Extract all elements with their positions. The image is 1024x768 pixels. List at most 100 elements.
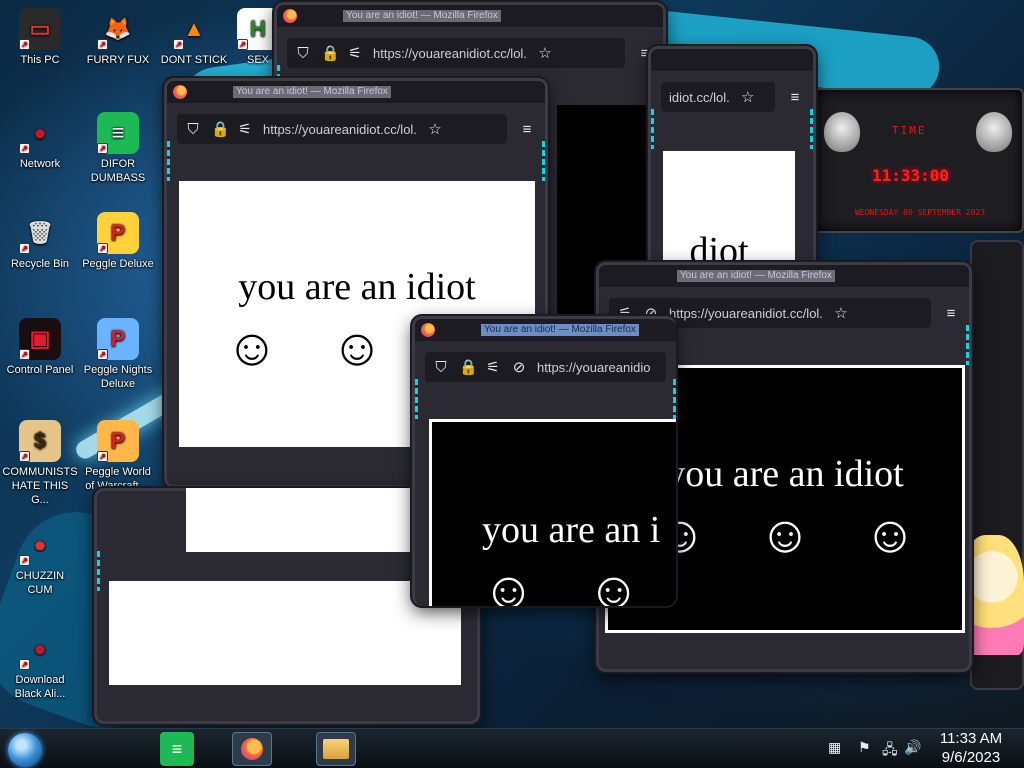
desktop-icon[interactable]: ≡ ↗ DIFOR DUMBASS	[80, 112, 156, 185]
network-icon[interactable]: 🖧	[882, 739, 898, 763]
smiley-row: ☺ ☺	[482, 563, 641, 607]
taskbar-explorer-button[interactable]	[316, 732, 356, 766]
taskbar-clock[interactable]: 11:33 AM 9/6/2023	[936, 729, 1006, 767]
app-icon: ● ↗	[19, 524, 61, 566]
app-icon: ≡ ↗	[97, 112, 139, 154]
widget-date: WEDNESDAY 06 SEPTEMBER 2023	[854, 208, 986, 217]
tray-app-icon[interactable]: ▦	[828, 739, 841, 756]
hamburger-menu-icon[interactable]: ≡	[943, 305, 959, 322]
browser-toolbar: idiot.cc/lol. ☆ ≡	[651, 71, 813, 123]
app-icon: ● ↗	[19, 112, 61, 154]
desktop-icon-label: Recycle Bin	[10, 258, 70, 270]
shield-icon[interactable]: ⛉	[185, 121, 201, 138]
window-title: You are an idiot! — Mozilla Firefox	[481, 324, 639, 336]
app-icon: 🦊 ↗	[97, 8, 139, 50]
taskbar-firefox-button[interactable]	[232, 732, 272, 766]
shortcut-arrow-icon: ↗	[19, 243, 30, 254]
hamburger-menu-icon[interactable]: ≡	[787, 89, 803, 106]
bookmark-star-icon[interactable]: ☆	[740, 88, 756, 106]
app-icon: P ↗	[97, 212, 139, 254]
shortcut-arrow-icon: ↗	[97, 39, 108, 50]
window-titlebar[interactable]: You are an idiot! — Mozilla Firefox	[277, 5, 663, 27]
url-text[interactable]: https://youareanidiot.cc/lol.	[373, 46, 527, 61]
firefox-window-active[interactable]: You are an idiot! — Mozilla Firefox ⛉ 🔒 …	[412, 316, 676, 606]
shield-icon[interactable]: ⛉	[295, 45, 311, 62]
firefox-window[interactable]: idiot.cc/lol. ☆ ≡ diot	[648, 46, 816, 286]
desktop-icon[interactable]: P ↗ Peggle Nights Deluxe	[80, 318, 156, 391]
app-icon: ▭ ↗	[19, 8, 61, 50]
window-title: You are an idiot! — Mozilla Firefox	[233, 86, 391, 98]
desktop-icon[interactable]: $ ↗ COMMUNISTS HATE THIS G...	[2, 420, 78, 507]
clock-time: 11:33 AM	[939, 730, 1003, 747]
shortcut-arrow-icon: ↗	[97, 349, 108, 360]
desktop-icon[interactable]: ▣ ↗ Control Panel	[2, 318, 78, 377]
desktop-icon-label: CHUZZIN CUM	[15, 570, 65, 596]
lock-icon[interactable]: 🔒	[321, 44, 340, 62]
url-text[interactable]: idiot.cc/lol.	[669, 90, 730, 105]
bookmark-star-icon[interactable]: ☆	[427, 120, 443, 138]
tracking-icon[interactable]: ⊘	[511, 358, 527, 376]
start-button[interactable]	[8, 733, 42, 767]
window-titlebar[interactable]	[651, 49, 813, 71]
app-icon: 🗑 ↗	[19, 212, 61, 254]
shortcut-arrow-icon: ↗	[97, 451, 108, 462]
page-heading: you are an idiot	[238, 266, 476, 308]
desktop-icon[interactable]: P ↗ Peggle Deluxe	[80, 212, 156, 271]
url-bar[interactable]: ⛉ 🔒 ⚟ https://youareanidiot.cc/lol. ☆	[177, 114, 507, 144]
smiley-icon: ☺	[758, 507, 812, 564]
browser-toolbar: ⛉ 🔒 ⚟ ⊘ https://youareanidio	[415, 341, 676, 393]
window-titlebar[interactable]: You are an idiot! — Mozilla Firefox	[599, 265, 969, 287]
shortcut-arrow-icon: ↗	[97, 143, 108, 154]
desktop-icon-label: Control Panel	[6, 364, 74, 376]
shortcut-arrow-icon: ↗	[237, 39, 248, 50]
permissions-icon[interactable]: ⚟	[347, 44, 363, 62]
url-text[interactable]: https://youareanidio	[537, 360, 650, 375]
lock-icon[interactable]: 🔒	[459, 358, 478, 376]
app-icon: P ↗	[97, 318, 139, 360]
shield-icon[interactable]: ⛉	[433, 359, 449, 376]
firefox-icon	[421, 323, 435, 337]
desktop-icon[interactable]: ● ↗ CHUZZIN CUM	[2, 524, 78, 597]
hamburger-menu-icon[interactable]: ≡	[519, 121, 535, 138]
desktop-icon-label: Peggle Nights Deluxe	[83, 364, 153, 390]
window-titlebar[interactable]: You are an idiot! — Mozilla Firefox	[167, 81, 545, 103]
app-icon: P ↗	[97, 420, 139, 462]
url-text[interactable]: https://youareanidiot.cc/lol.	[263, 122, 417, 137]
app-icon: $ ↗	[19, 420, 61, 462]
flag-icon[interactable]: ⚑	[858, 739, 871, 756]
shortcut-arrow-icon: ↗	[173, 39, 184, 50]
desktop-icon[interactable]: 🦊 ↗ FURRY FUX	[80, 8, 156, 67]
shortcut-arrow-icon: ↗	[97, 243, 108, 254]
shortcut-arrow-icon: ↗	[19, 349, 30, 360]
desktop-icon-label: This PC	[20, 54, 60, 66]
smiley-icon: ☺	[587, 563, 641, 607]
desktop-icon[interactable]: 🗑 ↗ Recycle Bin	[2, 212, 78, 271]
desktop-icon-label: DIFOR DUMBASS	[90, 158, 146, 184]
url-bar[interactable]: ⛉ 🔒 ⚟ ⊘ https://youareanidio	[425, 352, 666, 382]
url-bar[interactable]: idiot.cc/lol. ☆	[661, 82, 775, 112]
desktop-icon-label: COMMUNISTS HATE THIS G...	[2, 466, 78, 506]
lock-icon[interactable]: 🔒	[211, 120, 230, 138]
desktop-icon[interactable]: ▭ ↗ This PC	[2, 8, 78, 67]
shortcut-arrow-icon: ↗	[19, 555, 30, 566]
desktop-icon[interactable]: ● ↗ Download Black Ali...	[2, 628, 78, 701]
desktop-icon-label: Network	[19, 158, 61, 170]
desktop-icon[interactable]: P ↗ Peggle World of Warcraft ...	[80, 420, 156, 493]
bookmark-star-icon[interactable]: ☆	[537, 44, 553, 62]
window-title: You are an idiot! — Mozilla Firefox	[343, 10, 501, 22]
url-bar[interactable]: ⛉ 🔒 ⚟ https://youareanidiot.cc/lol. ☆	[287, 38, 625, 68]
clock-date: 9/6/2023	[941, 749, 1001, 766]
desktop-icon[interactable]: ● ↗ Network	[2, 112, 78, 171]
smiley-icon: ☺	[863, 507, 917, 564]
url-text[interactable]: https://youareanidiot.cc/lol.	[669, 306, 823, 321]
window-titlebar[interactable]: You are an idiot! — Mozilla Firefox	[415, 319, 676, 341]
permissions-icon[interactable]: ⚟	[485, 358, 501, 376]
browser-toolbar: ⛉ 🔒 ⚟ https://youareanidiot.cc/lol. ☆ ≡	[277, 27, 663, 79]
bookmark-star-icon[interactable]: ☆	[833, 304, 849, 322]
app-icon: H ↗	[237, 8, 279, 50]
volume-icon[interactable]: 🔊	[904, 739, 921, 756]
permissions-icon[interactable]: ⚟	[237, 120, 253, 138]
smiley-icon: ☺	[225, 320, 279, 377]
shortcut-arrow-icon: ↗	[19, 143, 30, 154]
taskbar-spotify-button[interactable]: ≡	[160, 732, 194, 766]
